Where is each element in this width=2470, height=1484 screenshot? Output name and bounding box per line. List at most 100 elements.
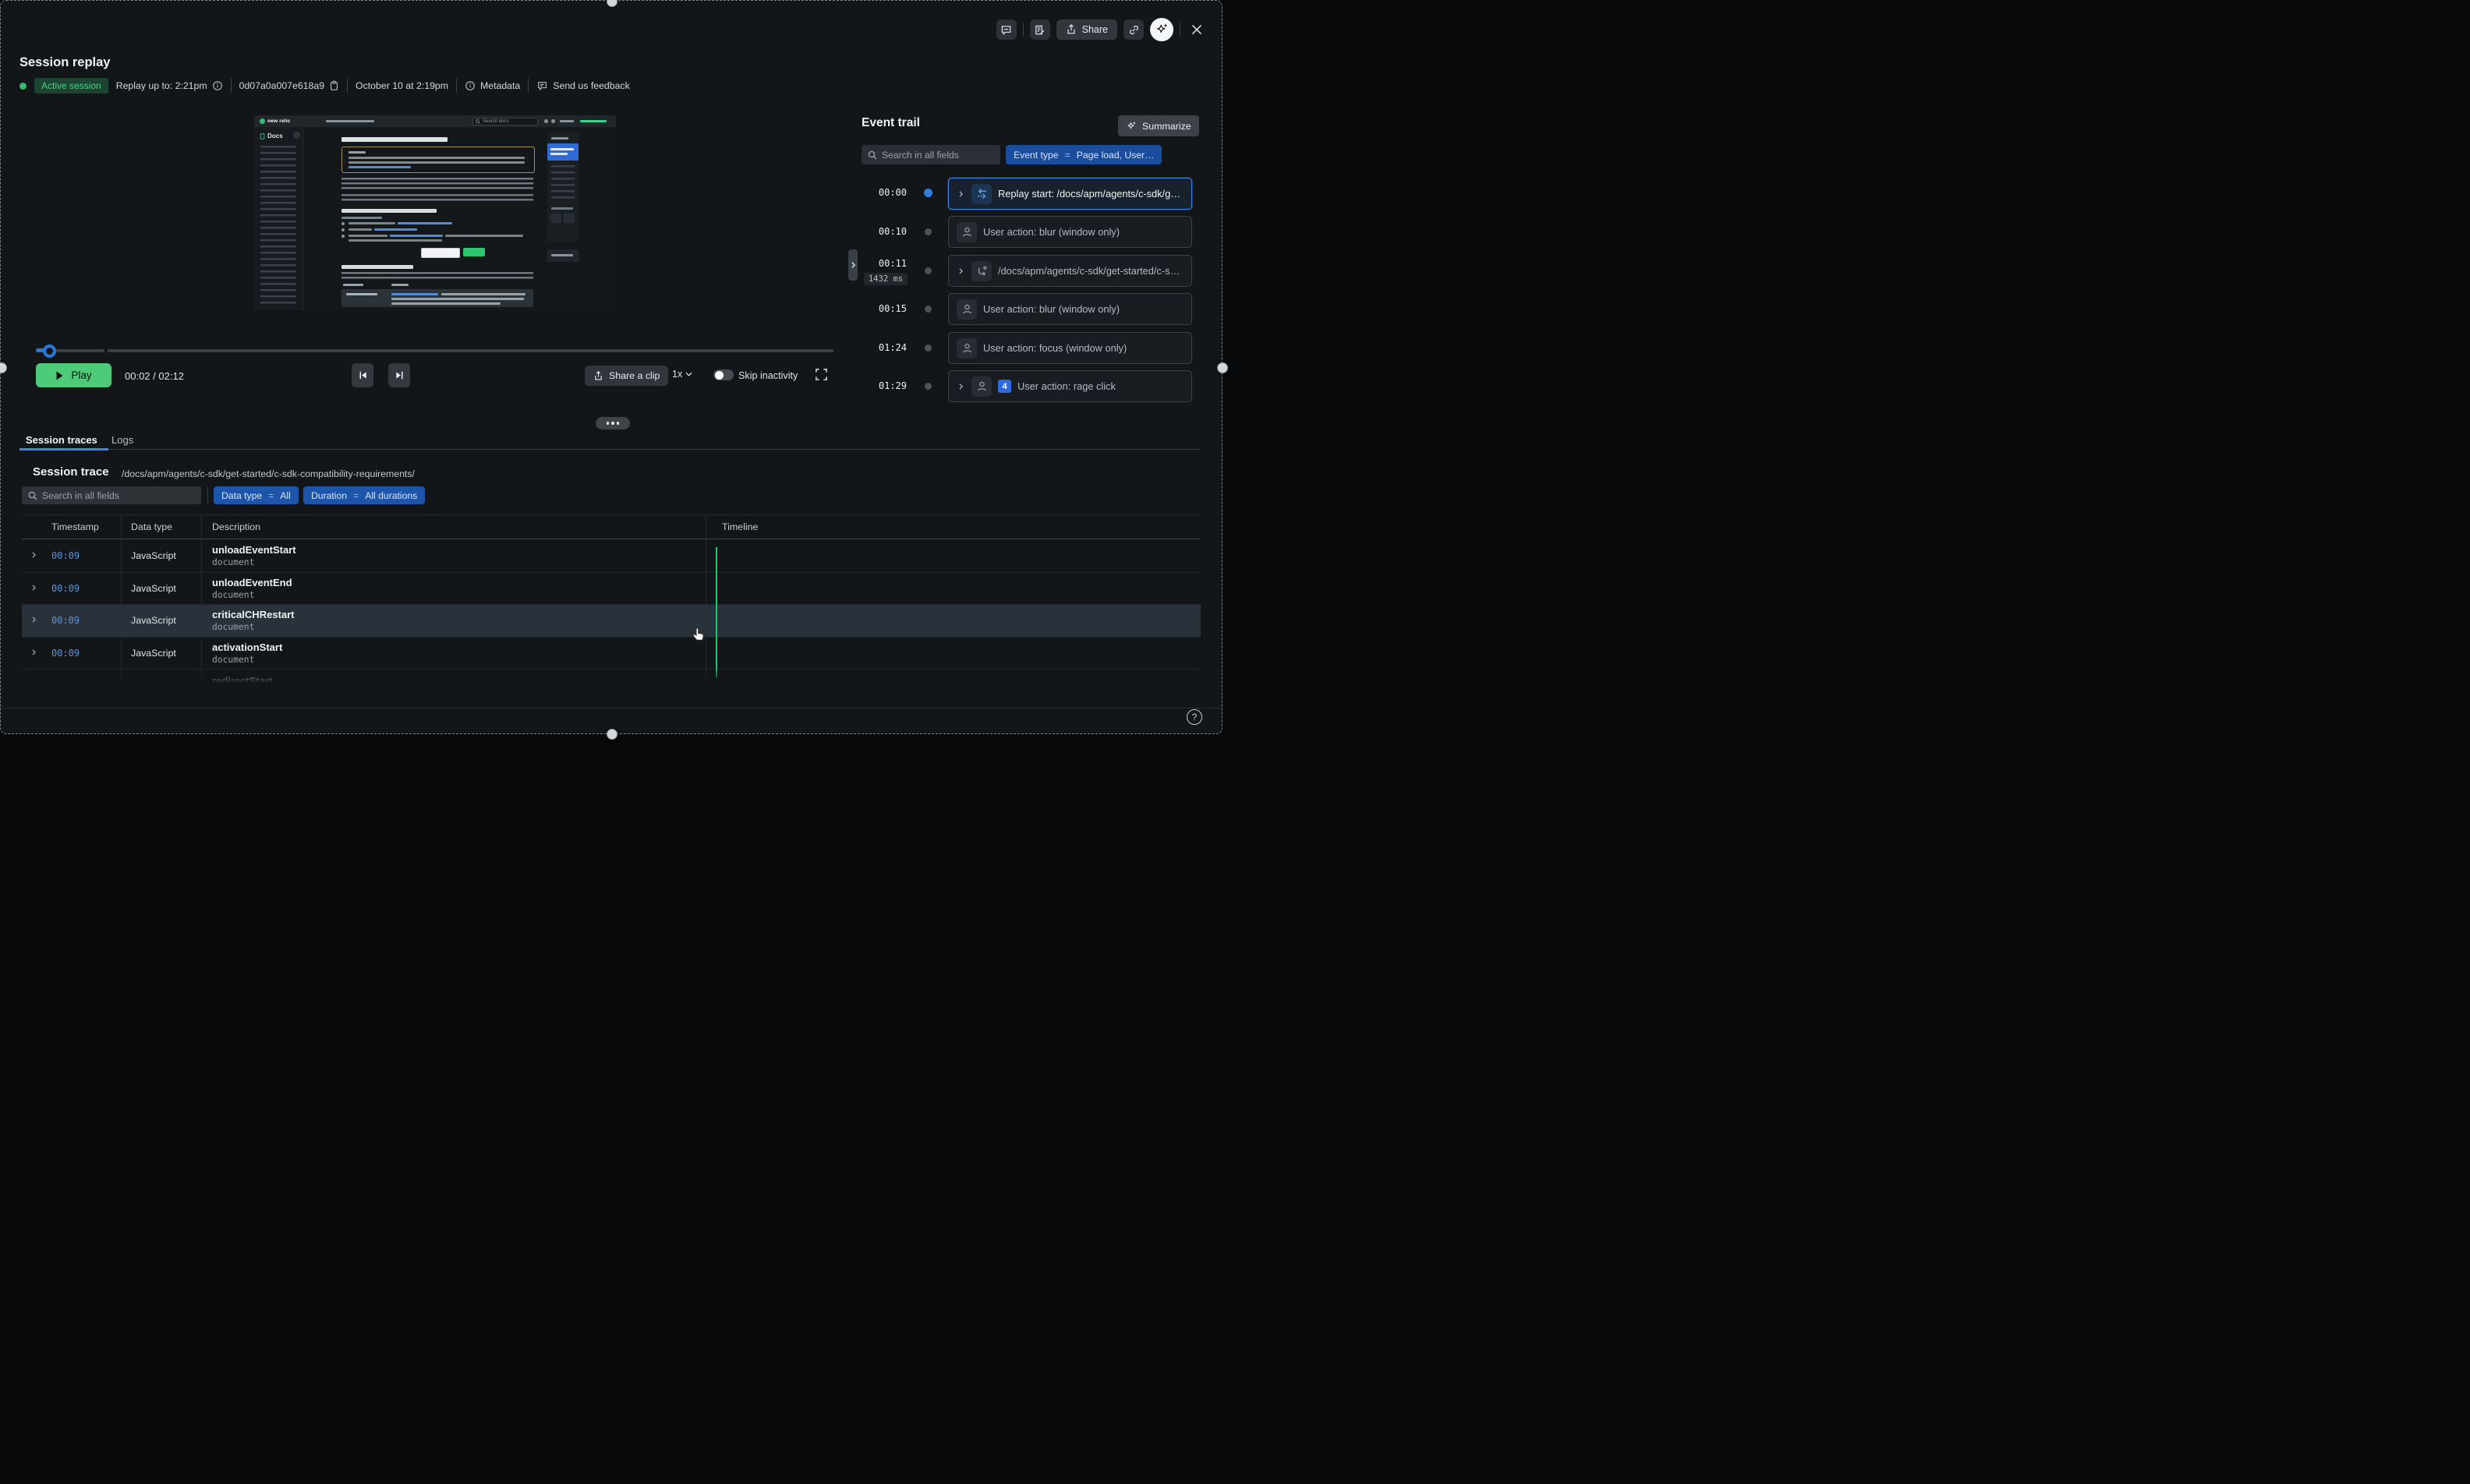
search-icon: [476, 119, 480, 124]
play-icon: [55, 371, 64, 380]
share-button[interactable]: Share: [1056, 19, 1117, 40]
table-row[interactable]: [22, 637, 1201, 669]
ai-sparkle-icon: [1155, 23, 1169, 37]
drag-handle-bottom[interactable]: [607, 729, 618, 740]
info-icon: [465, 80, 476, 91]
event-card-user-action[interactable]: User action: blur (window only): [948, 293, 1192, 325]
row-data-type: JavaScript: [131, 615, 176, 626]
search-placeholder: Search in all fields: [882, 150, 959, 161]
share-clip-button[interactable]: Share a clip: [585, 366, 668, 386]
fullscreen-button[interactable]: [814, 367, 829, 382]
sidebar-collapse-chip: [293, 132, 300, 139]
active-tab-underline: [19, 448, 108, 450]
event-card-replay-start[interactable]: Replay start: /docs/apm/agents/c-sdk/g…: [948, 178, 1192, 210]
metadata-button[interactable]: Metadata: [465, 80, 520, 91]
duration-filter-pill[interactable]: Duration=All durations: [303, 486, 425, 504]
help-icon: ?: [1192, 712, 1198, 723]
drag-handle-right[interactable]: [1217, 362, 1228, 373]
user-icon: [957, 338, 977, 359]
video-list-item-skeleton: [341, 222, 497, 224]
event-card-rage-click[interactable]: 4 User action: rage click: [948, 370, 1192, 402]
row-expand-chevron[interactable]: [30, 615, 38, 624]
event-search-input[interactable]: Search in all fields: [862, 145, 1000, 164]
column-header-data-type[interactable]: Data type: [131, 521, 172, 532]
comment-button[interactable]: [996, 19, 1017, 40]
video-line-skeleton: [341, 217, 382, 219]
event-card-user-action[interactable]: User action: focus (window only): [948, 332, 1192, 364]
data-type-filter-pill[interactable]: Data type=All: [214, 486, 299, 504]
event-type-filter-pill[interactable]: Event type=Page load, User…: [1006, 145, 1162, 164]
help-button[interactable]: ?: [1187, 709, 1202, 725]
copy-link-button[interactable]: [1124, 19, 1144, 40]
row-expand-chevron[interactable]: [30, 648, 38, 657]
skip-back-button[interactable]: [352, 363, 373, 387]
info-icon[interactable]: [212, 80, 223, 91]
video-heading-skeleton: [341, 209, 437, 213]
row-expand-chevron[interactable]: [30, 550, 38, 560]
video-heading-skeleton: [341, 265, 413, 269]
filter-divider: [207, 487, 208, 504]
event-time: 00:00: [864, 187, 907, 198]
skip-inactivity-label: Skip inactivity: [738, 370, 798, 381]
notes-button[interactable]: [1030, 19, 1050, 40]
skip-forward-icon: [395, 370, 405, 380]
clipboard-icon[interactable]: [329, 80, 339, 91]
status-badge: Active session: [34, 78, 108, 94]
event-trail-title: Event trail: [862, 116, 920, 130]
timeline-playhead-line: [716, 547, 717, 678]
event-time: 00:15: [864, 303, 907, 314]
table-row-hovered[interactable]: [22, 605, 1201, 637]
send-feedback-button[interactable]: Send us feedback: [536, 80, 629, 91]
event-dot: [925, 228, 932, 235]
event-card-page-load[interactable]: /docs/apm/agents/c-sdk/get-started/c-s…: [948, 255, 1192, 287]
playback-scrubber[interactable]: [43, 344, 56, 358]
user-icon: [957, 299, 977, 320]
row-description-name: unloadEventEnd: [212, 577, 292, 588]
chevron-right-icon: [957, 189, 965, 199]
table-row[interactable]: [22, 572, 1201, 604]
event-card-user-action[interactable]: User action: blur (window only): [948, 216, 1192, 248]
video-list-item-skeleton: [341, 228, 497, 231]
ai-assistant-button[interactable]: [1150, 18, 1173, 41]
row-timestamp: 00:09: [51, 550, 80, 561]
skip-inactivity-toggle[interactable]: [713, 369, 734, 380]
tabs-divider: [19, 449, 1201, 450]
playback-progress-track[interactable]: [55, 349, 833, 352]
row-description-name: criticalCHRestart: [212, 609, 295, 620]
summarize-button[interactable]: Summarize: [1118, 115, 1199, 136]
session-id: 0d07a0a007e618a9: [239, 80, 339, 91]
row-expand-chevron[interactable]: [30, 583, 38, 592]
skip-forward-button[interactable]: [388, 363, 410, 387]
close-button[interactable]: [1187, 19, 1207, 40]
replay-up-to: Replay up to: 2:21pm: [116, 80, 223, 91]
video-page-sidebar: Docs: [254, 127, 303, 310]
toolbar-divider: [1023, 23, 1024, 37]
table-row[interactable]: [22, 539, 1201, 572]
video-article-title-skeleton: [341, 137, 448, 142]
tab-logs[interactable]: Logs: [111, 434, 133, 446]
tab-session-traces[interactable]: Session traces: [26, 434, 97, 446]
chevron-right-icon: [957, 267, 965, 276]
video-list-item-skeleton: [341, 235, 533, 242]
column-header-description[interactable]: Description: [212, 521, 260, 532]
active-session-dot: [19, 83, 27, 90]
row-description-detail: document: [212, 590, 254, 600]
play-button[interactable]: Play: [36, 363, 111, 387]
event-dot: [925, 344, 932, 352]
column-header-timestamp[interactable]: Timestamp: [51, 521, 99, 532]
event-time: 01:24: [864, 342, 907, 353]
column-header-timeline[interactable]: Timeline: [722, 521, 758, 532]
trace-search-input[interactable]: Search in all fields: [22, 486, 201, 504]
panel-resize-handle[interactable]: [596, 417, 630, 429]
video-paragraph-skeleton: [341, 178, 533, 190]
playback-speed-selector[interactable]: 1x: [672, 369, 692, 380]
search-icon: [868, 150, 877, 160]
share-icon: [593, 371, 603, 381]
row-timestamp: 00:09: [51, 615, 80, 626]
replay-video-frame[interactable]: new relic Search docs Docs: [254, 115, 616, 310]
search-placeholder: Search in all fields: [42, 490, 119, 501]
event-trail-expander[interactable]: [848, 249, 858, 281]
fullscreen-icon: [814, 367, 829, 382]
newrelic-logo-icon: [260, 118, 265, 124]
chevron-down-icon: [685, 372, 692, 376]
